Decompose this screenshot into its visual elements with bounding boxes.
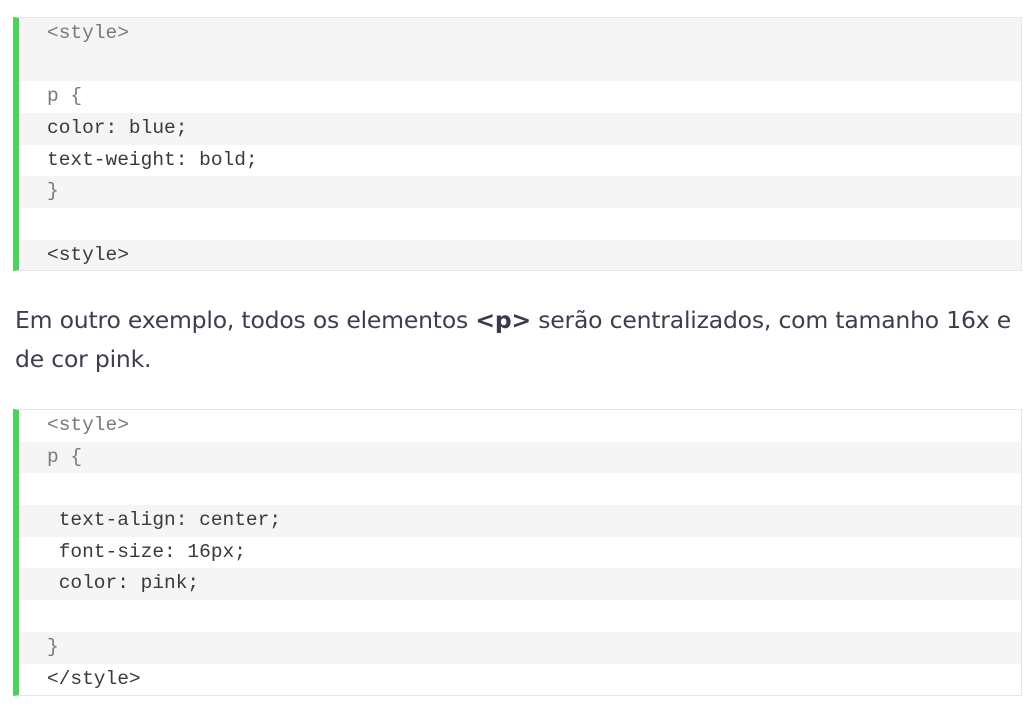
paragraph-text-before: Em outro exemplo, todos os elementos [15, 306, 476, 334]
code-line: </style> [47, 667, 141, 690]
code-line: } [19, 176, 1021, 209]
code-line: color: blue; [19, 113, 1021, 145]
code-block-css-pink: <style> p { text-align: center; font-siz… [13, 409, 1022, 696]
code-line: <style> [19, 18, 1021, 50]
code-line [19, 49, 1021, 82]
body-paragraph: Em outro exemplo, todos os elementos <p>… [15, 301, 1027, 379]
code-line: p { [47, 85, 83, 108]
code-line: color: pink; [19, 568, 1021, 601]
code-line: p { [19, 441, 1021, 474]
code-block-css-blue: <style> p { color: blue; text-weight: bo… [13, 17, 1022, 271]
paragraph-tag-highlight: <p> [475, 306, 531, 334]
code-line: <style> [47, 414, 129, 436]
code-line: text-align: center; [19, 505, 1021, 537]
code-line: text-weight: bold; [47, 148, 258, 171]
code-line: } [19, 631, 1021, 664]
code-line: font-size: 16px; [47, 540, 246, 563]
code-line: <style> [19, 239, 1021, 270]
